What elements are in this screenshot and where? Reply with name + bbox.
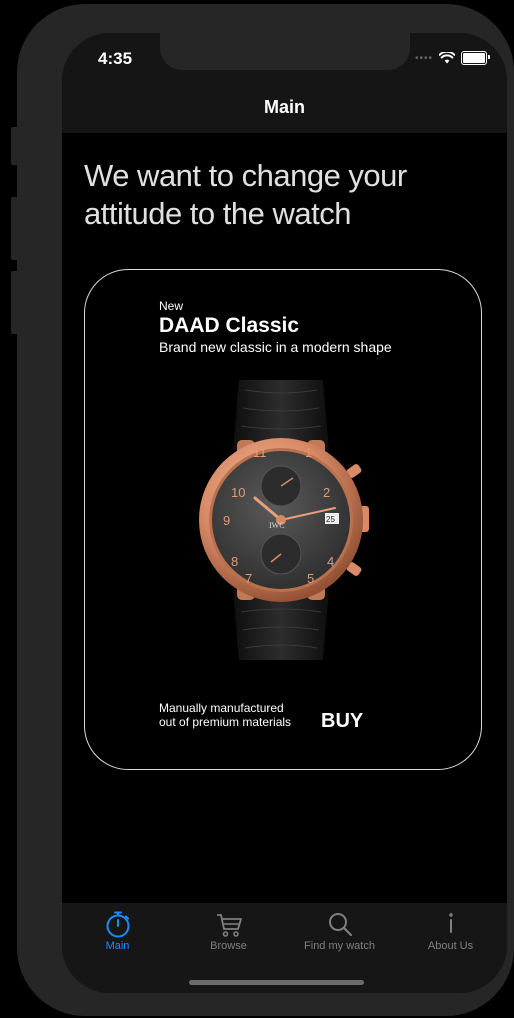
product-subtitle: Brand new classic in a modern shape: [159, 339, 392, 355]
product-card[interactable]: New DAAD Classic Brand new classic in a …: [84, 269, 482, 770]
tab-find-my-watch[interactable]: Find my watch: [284, 909, 395, 959]
watch-image: 2 10 9 4 8 7 5 11 1 25 IWC: [199, 380, 369, 660]
svg-text:IWC: IWC: [269, 521, 285, 530]
svg-text:11: 11: [253, 445, 267, 460]
tab-bar: Main Browse Find my watch About Us: [62, 903, 507, 993]
search-icon: [328, 913, 352, 937]
cellular-signal-icon: ••••: [414, 52, 433, 64]
info-icon: [448, 913, 453, 933]
svg-text:25: 25: [326, 515, 335, 524]
svg-text:1: 1: [305, 445, 312, 460]
wifi-icon: [439, 52, 455, 64]
svg-text:10: 10: [231, 485, 245, 500]
stopwatch-icon: [106, 911, 129, 938]
svg-text:2: 2: [323, 485, 330, 500]
product-kicker: New: [159, 299, 184, 313]
notch: [160, 33, 410, 70]
tab-browse-label: Browse: [210, 940, 247, 952]
svg-text:8: 8: [231, 554, 238, 569]
tab-about-us[interactable]: About Us: [395, 909, 506, 959]
screen: 4:35 •••• Main We want to change your at…: [62, 33, 507, 993]
status-time: 4:35: [98, 49, 133, 68]
phone-frame: 4:35 •••• Main We want to change your at…: [17, 4, 514, 1016]
navigation-bar: 4:35 •••• Main: [62, 33, 507, 133]
tab-browse[interactable]: Browse: [173, 909, 284, 959]
tab-main-label: Main: [105, 940, 130, 952]
home-indicator[interactable]: [189, 980, 364, 985]
svg-text:7: 7: [245, 571, 252, 586]
tab-find-my-watch-label: Find my watch: [304, 940, 375, 952]
product-description: Manually manufactured out of premium mat…: [159, 701, 292, 729]
headline: We want to change your attitude to the w…: [84, 158, 407, 231]
buy-button[interactable]: BUY: [321, 710, 363, 733]
svg-text:5: 5: [307, 571, 314, 586]
tab-main[interactable]: Main: [62, 909, 173, 959]
tab-about-us-label: About Us: [427, 940, 474, 952]
cart-icon: [216, 914, 242, 937]
svg-text:9: 9: [223, 513, 230, 528]
svg-text:4: 4: [327, 554, 334, 569]
battery-icon: [461, 51, 490, 65]
status-indicators: ••••: [414, 51, 490, 65]
product-title: DAAD Classic: [159, 314, 300, 337]
page-title: Main: [263, 97, 305, 117]
